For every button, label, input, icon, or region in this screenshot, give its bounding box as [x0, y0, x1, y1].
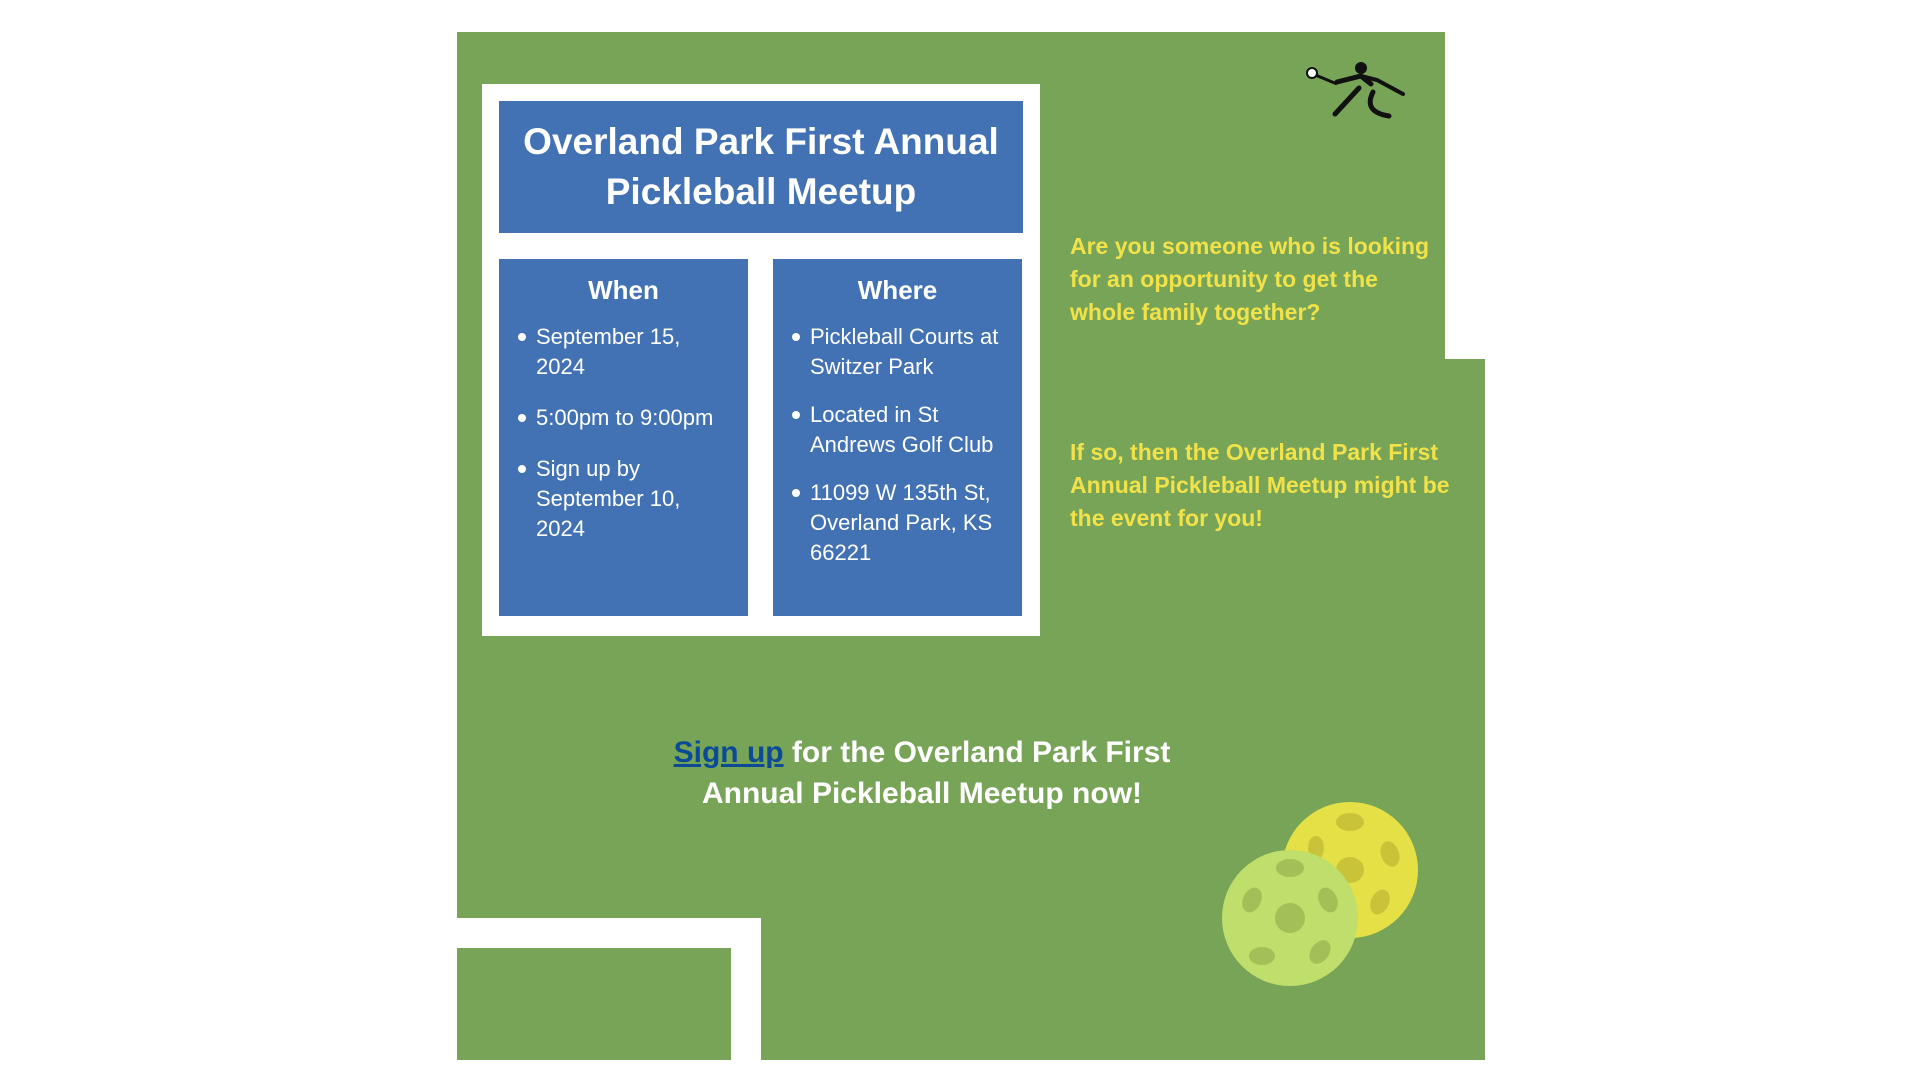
- pickleball-player-icon: [1306, 62, 1405, 119]
- list-item: Located in St Andrews Golf Club: [787, 400, 1008, 460]
- list-item: Sign up by September 10, 2024: [513, 454, 734, 544]
- promo-answer: If so, then the Overland Park First Annu…: [1070, 439, 1450, 531]
- court-corner-fill: [457, 948, 731, 1060]
- where-section: Where Pickleball Courts at Switzer Park …: [773, 259, 1022, 616]
- event-flyer: Overland Park First Annual Pickleball Me…: [457, 32, 1485, 1060]
- promo-question: Are you someone who is looking for an op…: [1070, 233, 1430, 325]
- where-heading: Where: [857, 275, 938, 305]
- when-heading: When: [588, 275, 659, 305]
- list-item: September 15, 2024: [513, 322, 734, 382]
- list-item: 5:00pm to 9:00pm: [513, 403, 734, 433]
- when-list: September 15, 2024 5:00pm to 9:00pm Sign…: [513, 322, 734, 544]
- court-line-decoration: [1445, 32, 1485, 359]
- list-item: Pickleball Courts at Switzer Park: [787, 322, 1008, 382]
- event-title: Overland Park First Annual Pickleball Me…: [499, 101, 1023, 233]
- where-list: Pickleball Courts at Switzer Park Locate…: [787, 322, 1008, 568]
- court-corner-decoration: [457, 918, 761, 1060]
- signup-link[interactable]: Sign up: [674, 736, 784, 769]
- list-item: 11099 W 135th St, Overland Park, KS 6622…: [787, 478, 1008, 568]
- signup-callout: Sign up for the Overland Park First Annu…: [647, 732, 1197, 814]
- pickleball-balls-icon: [1222, 802, 1418, 986]
- event-info-panel: Overland Park First Annual Pickleball Me…: [482, 84, 1040, 636]
- when-section: When September 15, 2024 5:00pm to 9:00pm…: [499, 259, 748, 616]
